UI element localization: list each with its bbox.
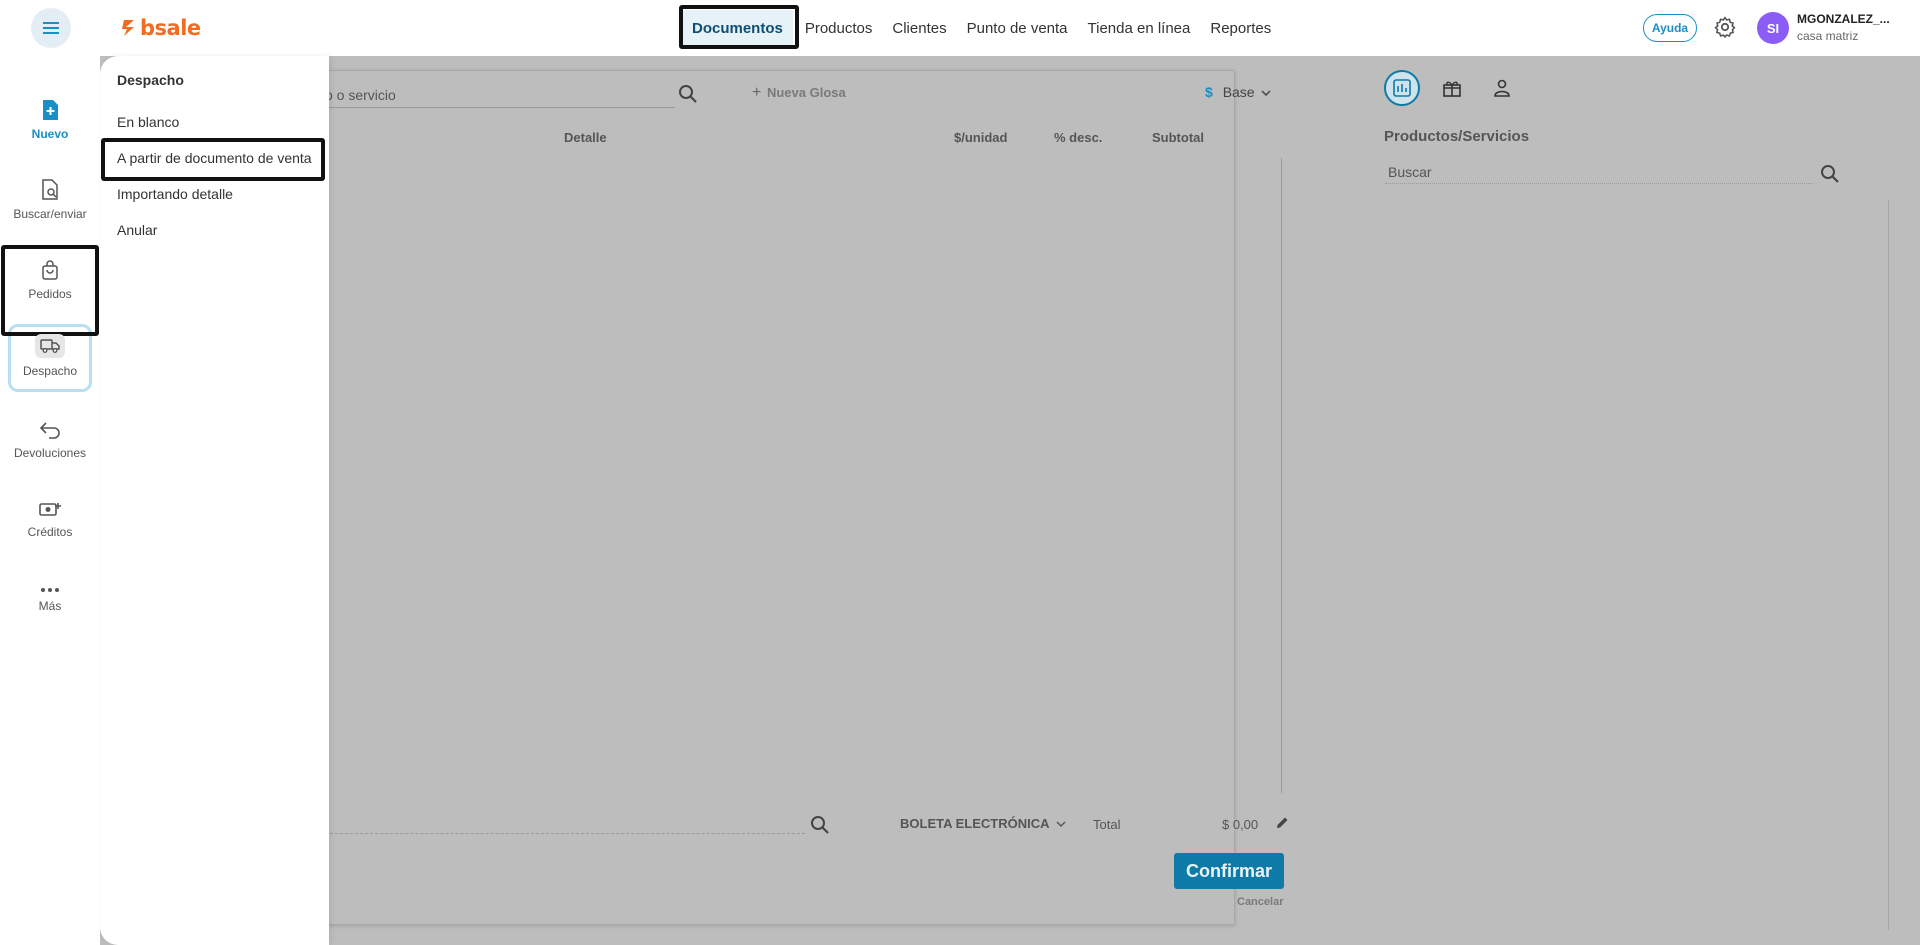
sidebar-item-label: Despacho	[22, 364, 78, 378]
column-header-detalle: Detalle	[564, 130, 607, 145]
user-name[interactable]: MGONZALEZ_...	[1797, 12, 1890, 26]
search-icon[interactable]	[678, 84, 698, 104]
right-panel-tabs	[1384, 70, 1520, 106]
nav-productos[interactable]: Productos	[795, 8, 883, 48]
gift-icon	[1443, 81, 1461, 97]
brand-logo[interactable]: bsale	[122, 14, 201, 42]
column-header-unit-price: $/unidad	[954, 130, 1008, 145]
brand-name: bsale	[140, 16, 201, 40]
document-type-select[interactable]: BOLETA ELECTRÓNICA	[900, 816, 1066, 831]
price-list-value: Base	[1222, 84, 1255, 100]
price-list-select[interactable]: $ Base	[1205, 84, 1271, 100]
chevron-down-icon	[1056, 821, 1066, 828]
sidebar-item-devoluciones[interactable]: Devoluciones	[0, 402, 100, 478]
despacho-menu: Despacho En blanco A partir de documento…	[100, 56, 329, 945]
bsale-logo-icon	[122, 20, 134, 36]
column-header-subtotal: Subtotal	[1152, 130, 1204, 145]
total-value: $ 0,00	[1222, 817, 1259, 832]
scroll-divider	[1281, 158, 1282, 793]
sidebar-item-label: Buscar/enviar	[13, 207, 87, 221]
client-search-input[interactable]	[325, 812, 805, 834]
client-search-icon[interactable]	[810, 815, 830, 835]
menu-item-from-sale-document[interactable]: A partir de documento de venta	[117, 150, 312, 166]
products-search-input[interactable]: Buscar	[1385, 162, 1813, 184]
column-header-discount: % desc.	[1054, 130, 1103, 145]
main-nav: Documentos Productos Clientes Punto de v…	[680, 8, 1281, 48]
hamburger-icon	[43, 22, 59, 34]
top-bar: bsale Documentos Productos Clientes Punt…	[0, 0, 1920, 56]
user-branch: casa matriz	[1797, 29, 1859, 43]
sidebar-item-label: Créditos	[27, 525, 73, 539]
user-icon	[1494, 79, 1510, 97]
money-plus-icon	[39, 503, 61, 516]
document-type-value: BOLETA ELECTRÓNICA	[900, 816, 1050, 831]
plus-icon: +	[752, 84, 762, 101]
nav-reportes[interactable]: Reportes	[1200, 8, 1281, 48]
menu-item-anular[interactable]: Anular	[117, 222, 157, 238]
nav-clientes[interactable]: Clientes	[882, 8, 956, 48]
sidebar-item-despacho[interactable]: Despacho	[0, 318, 100, 394]
confirm-button[interactable]: Confirmar	[1174, 853, 1284, 889]
bag-icon	[42, 260, 58, 280]
products-scroll-divider	[1888, 200, 1889, 930]
file-search-icon	[42, 179, 58, 200]
products-grid-icon	[1393, 79, 1411, 97]
file-plus-icon	[43, 100, 58, 120]
chevron-down-icon	[1260, 90, 1271, 97]
products-panel-title: Productos/Servicios	[1384, 128, 1530, 145]
menu-item-importando-detalle[interactable]: Importando detalle	[117, 186, 233, 202]
tab-client[interactable]	[1484, 70, 1520, 106]
total-label: Total	[1093, 817, 1121, 832]
new-gloss-button[interactable]: + Nueva Glosa	[752, 84, 846, 102]
truck-icon-wrapper	[35, 334, 65, 358]
sidebar-item-label: Devoluciones	[13, 446, 87, 460]
nav-punto-de-venta[interactable]: Punto de venta	[957, 8, 1078, 48]
nav-tienda-en-linea[interactable]: Tienda en línea	[1078, 8, 1201, 48]
tab-gifts[interactable]	[1434, 70, 1470, 106]
sidebar-item-pedidos[interactable]: Pedidos	[0, 242, 100, 318]
gear-icon[interactable]	[1713, 15, 1737, 39]
more-dots-icon	[41, 588, 59, 592]
product-search-input[interactable]: o o servicio	[325, 84, 675, 108]
undo-arrow-icon	[39, 422, 60, 439]
new-gloss-label: Nueva Glosa	[766, 85, 846, 100]
edit-pencil-icon[interactable]	[1276, 816, 1289, 829]
nav-documentos[interactable]: Documentos	[682, 10, 793, 46]
sidebar-item-label: Nuevo	[31, 127, 69, 141]
tab-products[interactable]	[1384, 70, 1420, 106]
menu-title: Despacho	[117, 72, 184, 88]
truck-icon	[40, 339, 60, 353]
sidebar-item-buscar-enviar[interactable]: Buscar/enviar	[0, 162, 100, 238]
document-panel	[227, 70, 1235, 925]
help-button[interactable]: Ayuda	[1643, 14, 1697, 42]
cancel-link[interactable]: Cancelar	[1237, 896, 1283, 908]
user-avatar[interactable]: SI	[1757, 12, 1789, 44]
sidebar-item-mas[interactable]: Más	[0, 562, 100, 638]
sidebar-item-creditos[interactable]: Créditos	[0, 482, 100, 558]
hamburger-menu-button[interactable]	[31, 8, 71, 48]
sidebar-item-nuevo[interactable]: Nuevo	[0, 82, 100, 158]
products-search-icon[interactable]	[1820, 164, 1840, 184]
left-sidebar: Nuevo Buscar/enviar Pedidos Despacho Dev…	[0, 56, 100, 945]
sidebar-item-label: Más	[38, 599, 62, 613]
menu-item-en-blanco[interactable]: En blanco	[117, 114, 179, 130]
dollar-icon: $	[1205, 84, 1213, 100]
sidebar-item-label: Pedidos	[28, 287, 72, 301]
